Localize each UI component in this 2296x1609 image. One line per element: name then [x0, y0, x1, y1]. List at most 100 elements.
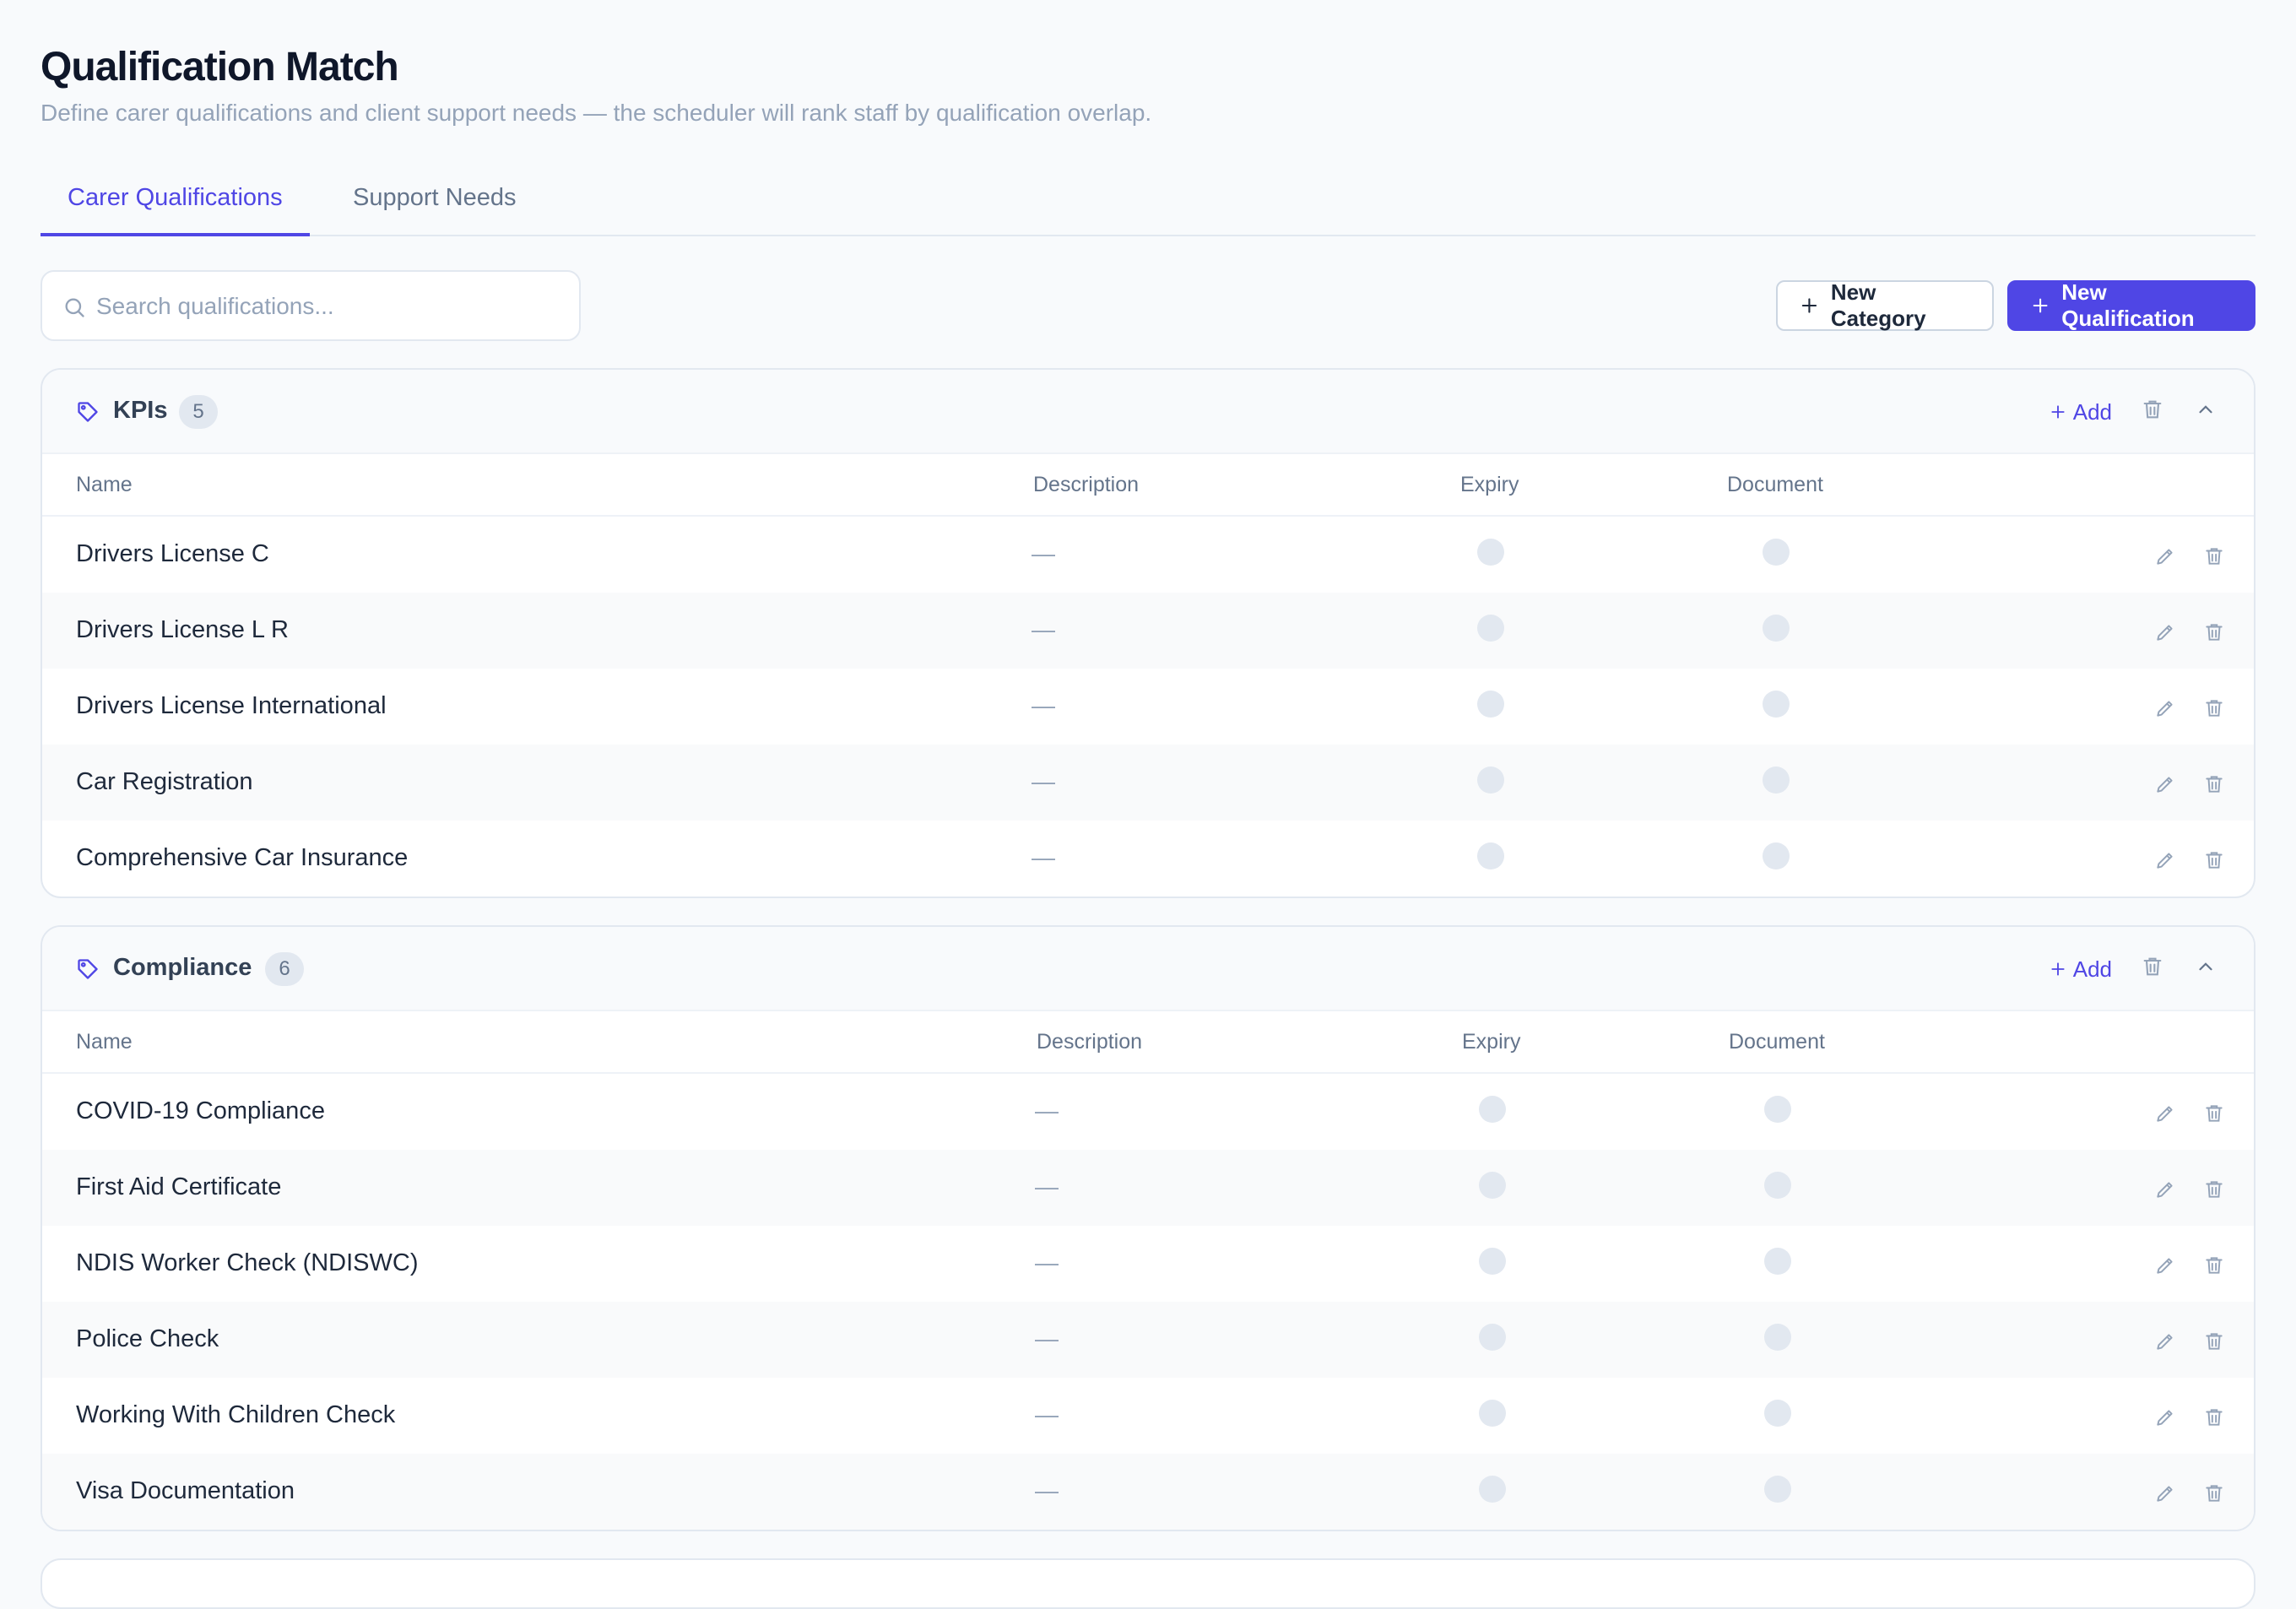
pencil-icon[interactable]	[2154, 621, 2176, 643]
trash-icon[interactable]	[2203, 1482, 2225, 1504]
expiry-toggle[interactable]	[1477, 615, 1504, 642]
category-count-badge: 6	[265, 952, 304, 986]
trash-icon[interactable]	[2203, 545, 2225, 567]
pencil-icon[interactable]	[2154, 545, 2176, 567]
document-toggle[interactable]	[1764, 1172, 1791, 1199]
pencil-icon[interactable]	[2154, 1482, 2176, 1504]
document-toggle[interactable]	[1764, 1476, 1791, 1503]
pencil-icon[interactable]	[2154, 697, 2176, 719]
qualification-description: —	[1032, 844, 1055, 870]
search-input[interactable]	[96, 284, 569, 329]
category-name: Compliance	[113, 954, 252, 981]
expiry-toggle[interactable]	[1479, 1476, 1506, 1503]
qualification-name: NDIS Worker Check (NDISWC)	[76, 1249, 419, 1276]
table-row: Drivers License L R —	[42, 593, 2254, 669]
trash-icon[interactable]	[2203, 1330, 2225, 1352]
table-row: Working With Children Check —	[42, 1378, 2254, 1454]
table-row: Visa Documentation —	[42, 1454, 2254, 1530]
qualification-description: —	[1032, 692, 1055, 718]
document-toggle[interactable]	[1764, 1096, 1791, 1123]
trash-icon[interactable]	[2141, 954, 2164, 979]
plus-icon	[2051, 405, 2065, 419]
pencil-icon[interactable]	[2154, 1102, 2176, 1124]
document-toggle[interactable]	[1764, 1400, 1791, 1427]
pencil-icon[interactable]	[2154, 1254, 2176, 1276]
qualification-description: —	[1035, 1477, 1059, 1503]
pencil-icon[interactable]	[2154, 1330, 2176, 1352]
add-qualification-button[interactable]: Add	[2050, 395, 2112, 429]
trash-icon[interactable]	[2203, 849, 2225, 871]
chevron-up-icon[interactable]	[2195, 398, 2217, 420]
trash-icon[interactable]	[2203, 1102, 2225, 1124]
new-qualification-button[interactable]: New Qualification	[2007, 279, 2255, 331]
category-header: Compliance 6 Add	[42, 927, 2254, 1011]
pencil-icon[interactable]	[2154, 773, 2176, 795]
expiry-toggle[interactable]	[1479, 1096, 1506, 1123]
expiry-toggle[interactable]	[1477, 539, 1504, 566]
table-header: Name Description Expiry Document	[42, 454, 2254, 517]
tag-icon	[78, 402, 98, 422]
qualification-description: —	[1035, 1249, 1059, 1276]
pencil-icon[interactable]	[2154, 849, 2176, 871]
table-row: Police Check —	[42, 1302, 2254, 1378]
document-toggle[interactable]	[1763, 842, 1790, 870]
category-header: KPIs 5 Add	[42, 370, 2254, 454]
qualification-description: —	[1032, 540, 1055, 566]
tab-support-needs[interactable]: Support Needs	[326, 165, 543, 236]
category-count-badge: 5	[179, 395, 218, 429]
column-document: Document	[1727, 473, 1823, 496]
expiry-toggle[interactable]	[1477, 842, 1504, 870]
new-category-button[interactable]: New Category	[1776, 279, 1994, 331]
category-card-compliance: Compliance 6 Add Name Description Expiry…	[41, 925, 2255, 1531]
trash-icon[interactable]	[2141, 397, 2164, 422]
qualification-description: —	[1035, 1173, 1059, 1200]
qualification-name: Drivers License C	[76, 540, 269, 567]
tab-bar: Carer Qualifications Support Needs	[41, 165, 2255, 236]
expiry-toggle[interactable]	[1479, 1400, 1506, 1427]
trash-icon[interactable]	[2203, 1254, 2225, 1276]
trash-icon[interactable]	[2203, 621, 2225, 643]
category-card-partial	[41, 1558, 2255, 1609]
qualification-name: Car Registration	[76, 768, 253, 795]
column-document: Document	[1729, 1030, 1825, 1054]
expiry-toggle[interactable]	[1479, 1172, 1506, 1199]
table-row: COVID-19 Compliance —	[42, 1074, 2254, 1150]
expiry-toggle[interactable]	[1479, 1248, 1506, 1275]
qualification-description: —	[1032, 768, 1055, 794]
table-row: First Aid Certificate —	[42, 1150, 2254, 1226]
document-toggle[interactable]	[1763, 615, 1790, 642]
add-label: Add	[2072, 398, 2112, 425]
document-toggle[interactable]	[1763, 767, 1790, 794]
pencil-icon[interactable]	[2154, 1178, 2176, 1200]
qualification-name: Working With Children Check	[76, 1401, 396, 1428]
page-title: Qualification Match	[41, 45, 399, 89]
trash-icon[interactable]	[2203, 697, 2225, 719]
trash-icon[interactable]	[2203, 1178, 2225, 1200]
chevron-up-icon[interactable]	[2195, 956, 2217, 978]
new-qualification-label: New Qualification	[2061, 279, 2195, 331]
expiry-toggle[interactable]	[1477, 691, 1504, 718]
qualification-description: —	[1032, 616, 1055, 642]
add-qualification-button[interactable]: Add	[2050, 952, 2112, 986]
plus-icon	[2033, 298, 2048, 313]
document-toggle[interactable]	[1764, 1324, 1791, 1351]
trash-icon[interactable]	[2203, 1406, 2225, 1428]
table-row: Drivers License C —	[42, 517, 2254, 593]
expiry-toggle[interactable]	[1477, 767, 1504, 794]
qualification-description: —	[1035, 1325, 1059, 1352]
column-expiry: Expiry	[1460, 473, 1519, 496]
tab-carer-qualifications[interactable]: Carer Qualifications	[41, 165, 310, 236]
add-label: Add	[2072, 956, 2112, 982]
document-toggle[interactable]	[1763, 539, 1790, 566]
column-description: Description	[1037, 1030, 1143, 1054]
document-toggle[interactable]	[1763, 691, 1790, 718]
tag-icon	[78, 959, 98, 979]
toolbar: New Category New Qualification	[41, 270, 2255, 341]
trash-icon[interactable]	[2203, 773, 2225, 795]
document-toggle[interactable]	[1764, 1248, 1791, 1275]
qualification-description: —	[1035, 1401, 1059, 1428]
column-description: Description	[1033, 473, 1140, 496]
expiry-toggle[interactable]	[1479, 1324, 1506, 1351]
pencil-icon[interactable]	[2154, 1406, 2176, 1428]
qualification-name: Drivers License L R	[76, 616, 289, 643]
